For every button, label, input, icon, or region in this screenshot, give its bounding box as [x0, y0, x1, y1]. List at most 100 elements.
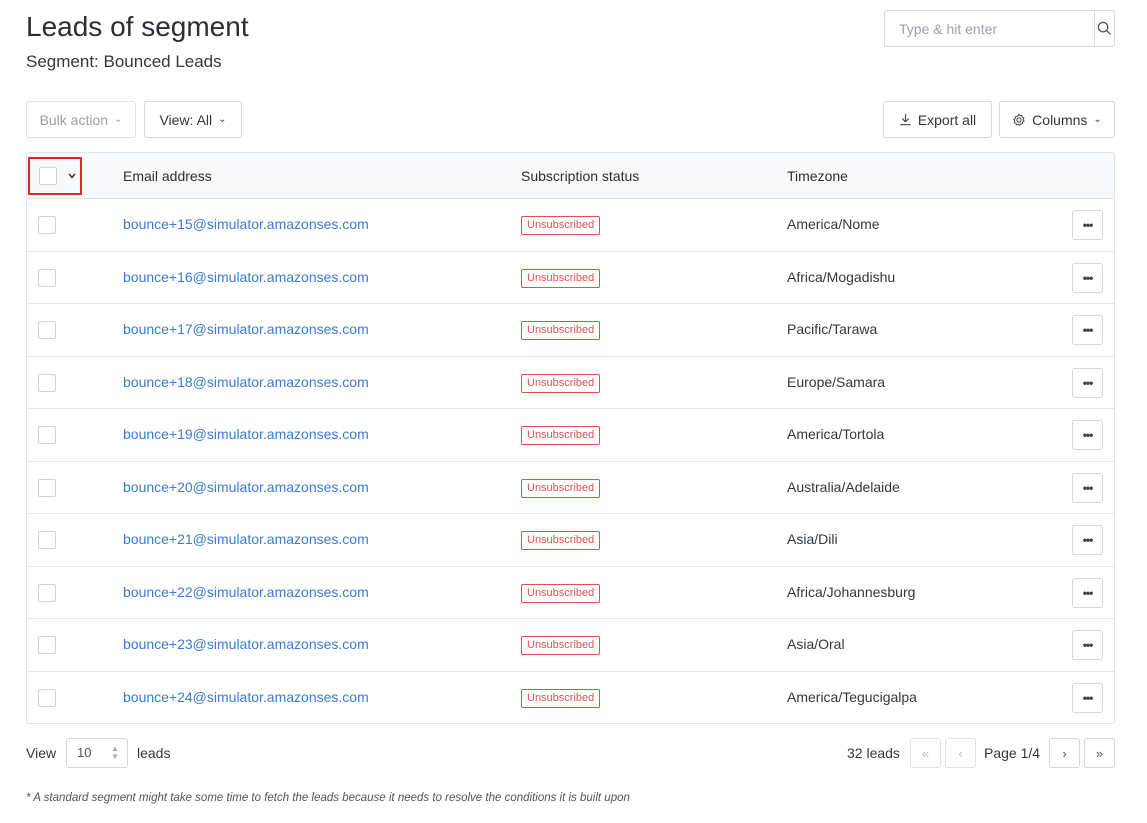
- per-page-stepper[interactable]: 10 ▲ ▼: [66, 738, 128, 768]
- row-actions-button[interactable]: •••: [1072, 472, 1103, 503]
- total-leads: 32 leads: [847, 745, 900, 761]
- table-row: bounce+22@simulator.amazonses.com Unsubsc…: [27, 567, 1114, 619]
- status-badge: Unsubscribed: [521, 268, 601, 288]
- timezone-cell: Asia/Oral: [787, 636, 845, 652]
- lead-email-link[interactable]: bounce+17@simulator.amazonses.com: [123, 321, 369, 337]
- status-badge: Unsubscribed: [521, 373, 601, 393]
- timezone-cell: America/Tegucigalpa: [787, 688, 917, 705]
- timezone-cell: Asia/Dili: [787, 531, 838, 547]
- row-actions-button[interactable]: •••: [1072, 682, 1103, 713]
- more-options-icon: •••: [1082, 480, 1094, 495]
- timezone-cell: Africa/Mogadishu: [787, 268, 896, 285]
- row-checkbox[interactable]: [38, 583, 56, 602]
- download-icon: [900, 113, 911, 126]
- row-actions-button[interactable]: •••: [1072, 630, 1103, 660]
- table-row: bounce+18@simulator.amazonses.com Unsubsc…: [27, 357, 1114, 409]
- double-chevron-left-icon: «: [921, 745, 930, 761]
- table-row: bounce+23@simulator.amazonses.com Unsubsc…: [27, 619, 1114, 672]
- row-checkbox[interactable]: [38, 531, 56, 549]
- first-page-button[interactable]: «: [910, 738, 941, 768]
- view-label: View: [26, 745, 57, 761]
- lead-email-link[interactable]: bounce+18@simulator.amazonses.com: [123, 374, 369, 390]
- double-chevron-right-icon: »: [1095, 745, 1104, 761]
- segment-name: Segment: Bounced Leads: [26, 52, 222, 71]
- table-row: bounce+24@simulator.amazonses.com Unsubsc…: [27, 672, 1114, 724]
- bulk-action-button[interactable]: Bulk action ⌄: [26, 101, 136, 138]
- lead-email-link[interactable]: bounce+23@simulator.amazonses.com: [123, 636, 369, 652]
- column-header-email[interactable]: Email address: [123, 168, 212, 184]
- more-options-icon: •••: [1082, 690, 1094, 705]
- status-badge: Unsubscribed: [521, 426, 601, 445]
- leads-table: Email address Subscription status Timezo…: [26, 152, 1115, 724]
- export-all-button[interactable]: Export all: [883, 101, 992, 138]
- timezone-cell: Pacific/Tarawa: [787, 321, 878, 337]
- lead-email-link[interactable]: bounce+19@simulator.amazonses.com: [123, 426, 369, 442]
- status-badge: Unsubscribed: [521, 216, 601, 235]
- segment-note: * A standard segment might take some tim…: [26, 792, 630, 804]
- chevron-down-icon: ⌄: [114, 113, 123, 125]
- previous-page-button[interactable]: ‹: [945, 738, 976, 768]
- table-row: bounce+17@simulator.amazonses.com Unsubsc…: [27, 304, 1114, 357]
- columns-label: Columns: [1032, 111, 1088, 128]
- select-all-checkbox[interactable]: [39, 167, 57, 185]
- row-actions-button[interactable]: •••: [1072, 577, 1103, 608]
- chevron-down-icon[interactable]: [68, 173, 76, 179]
- status-badge: Unsubscribed: [521, 583, 601, 603]
- lead-email-link[interactable]: bounce+15@simulator.amazonses.com: [123, 216, 369, 232]
- table-row: bounce+19@simulator.amazonses.com Unsubsc…: [27, 409, 1114, 462]
- more-options-icon: •••: [1082, 218, 1094, 232]
- row-checkbox[interactable]: [38, 373, 56, 392]
- row-checkbox[interactable]: [38, 216, 56, 234]
- columns-button[interactable]: Columns ⌄: [999, 101, 1115, 138]
- status-badge: Unsubscribed: [521, 531, 601, 550]
- next-page-button[interactable]: ›: [1049, 738, 1080, 768]
- more-options-icon: •••: [1082, 270, 1094, 285]
- row-actions-button[interactable]: •••: [1072, 262, 1103, 293]
- timezone-cell: America/Nome: [787, 216, 880, 232]
- more-options-icon: •••: [1082, 585, 1094, 600]
- lead-email-link[interactable]: bounce+21@simulator.amazonses.com: [123, 531, 369, 547]
- view-filter-label: View: All: [159, 111, 213, 128]
- more-options-icon: •••: [1082, 323, 1094, 337]
- chevron-left-icon: ‹: [958, 745, 963, 761]
- export-all-label: Export all: [917, 111, 977, 128]
- status-badge: Unsubscribed: [521, 478, 601, 498]
- status-badge: Unsubscribed: [521, 636, 601, 655]
- lead-email-link[interactable]: bounce+20@simulator.amazonses.com: [123, 479, 369, 495]
- view-filter-button[interactable]: View: All ⌄: [144, 101, 242, 138]
- row-actions-button[interactable]: •••: [1072, 525, 1103, 555]
- row-actions-button[interactable]: •••: [1072, 210, 1103, 240]
- timezone-cell: Africa/Johannesburg: [787, 583, 916, 600]
- search-button[interactable]: [1094, 11, 1114, 46]
- lead-email-link[interactable]: bounce+16@simulator.amazonses.com: [123, 269, 369, 285]
- row-checkbox[interactable]: [38, 636, 56, 654]
- chevron-right-icon: ›: [1062, 745, 1067, 761]
- select-all-dropdown[interactable]: [28, 157, 82, 195]
- row-actions-button[interactable]: •••: [1072, 420, 1103, 450]
- per-page-value: 10: [77, 745, 92, 760]
- column-header-status[interactable]: Subscription status: [521, 168, 639, 184]
- row-checkbox[interactable]: [38, 688, 56, 707]
- row-checkbox[interactable]: [38, 268, 56, 287]
- page-indicator: Page 1/4: [984, 745, 1041, 761]
- column-header-timezone[interactable]: Timezone: [787, 168, 848, 184]
- search-box: [884, 10, 1115, 47]
- chevron-down-icon: ⌄: [218, 113, 227, 125]
- spinner-arrows-icon[interactable]: ▲ ▼: [111, 745, 119, 761]
- page-title: Leads of segment: [26, 11, 249, 42]
- timezone-cell: America/Tortola: [787, 426, 885, 442]
- last-page-button[interactable]: »: [1084, 738, 1115, 768]
- timezone-cell: Europe/Samara: [787, 373, 886, 390]
- row-actions-button[interactable]: •••: [1072, 315, 1103, 345]
- row-checkbox[interactable]: [38, 478, 56, 497]
- table-header: Email address Subscription status Timezo…: [27, 153, 1114, 199]
- row-checkbox[interactable]: [38, 321, 56, 339]
- bulk-action-label: Bulk action: [39, 111, 109, 128]
- lead-email-link[interactable]: bounce+22@simulator.amazonses.com: [123, 584, 369, 600]
- timezone-cell: Australia/Adelaide: [787, 478, 900, 495]
- search-input[interactable]: [885, 11, 1094, 46]
- row-checkbox[interactable]: [38, 426, 56, 444]
- lead-email-link[interactable]: bounce+24@simulator.amazonses.com: [123, 689, 369, 705]
- row-actions-button[interactable]: •••: [1072, 367, 1103, 398]
- table-row: bounce+16@simulator.amazonses.com Unsubsc…: [27, 252, 1114, 304]
